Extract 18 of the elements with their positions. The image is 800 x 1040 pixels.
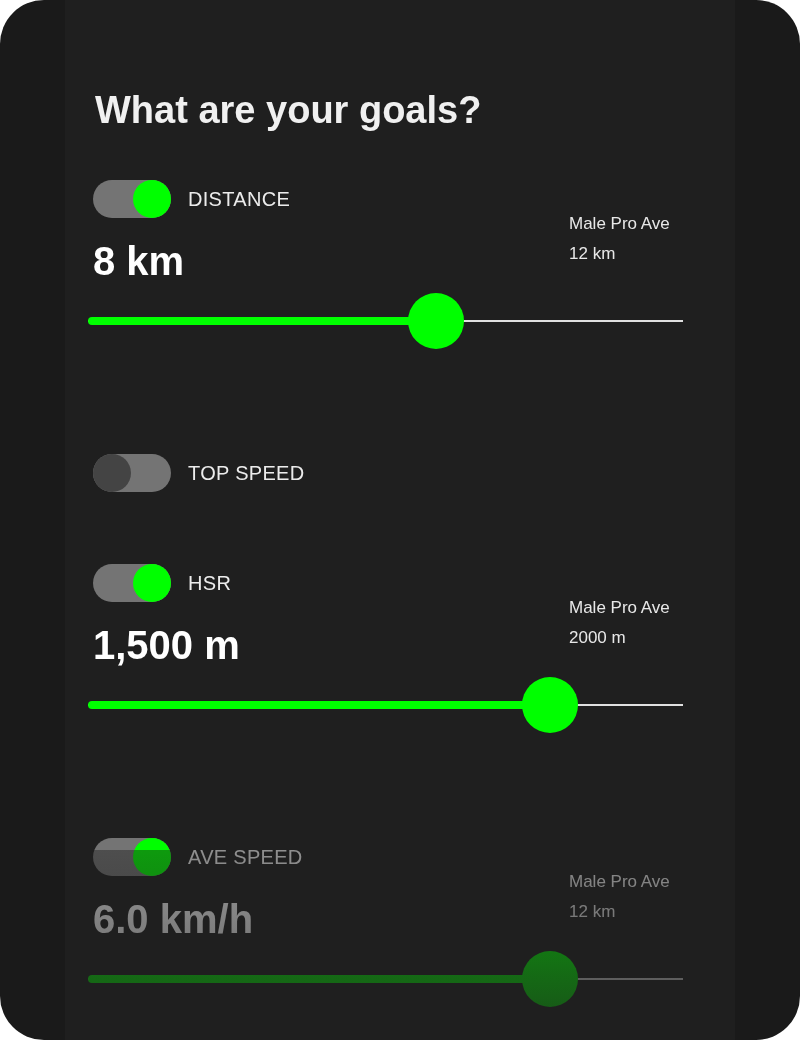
goal-label: TOP SPEED [188,461,305,485]
page-title: What are your goals? [95,88,483,133]
goal-label: AVE SPEED [188,845,303,869]
goal-value: 6.0 km/h [93,896,255,943]
toggle-switch[interactable] [93,838,171,876]
reference-label: Male Pro Ave [569,214,671,234]
toggle-switch[interactable] [93,180,171,218]
reference-label: Male Pro Ave [569,872,671,892]
toggle-switch[interactable] [93,454,171,492]
goal-value: 1,500 m [93,622,240,669]
reference-value: 12 km [569,902,617,922]
goal-value: 8 km [93,238,186,285]
toggle-switch[interactable] [93,564,171,602]
reference-label: Male Pro Ave [569,598,671,618]
reference-value: 2000 m [569,628,627,648]
goal-label: DISTANCE [188,187,291,211]
goal-label: HSR [188,571,232,595]
reference-value: 12 km [569,244,617,264]
